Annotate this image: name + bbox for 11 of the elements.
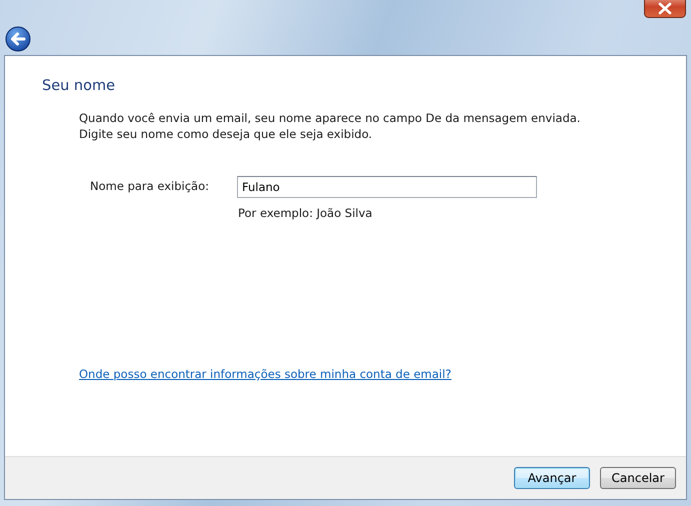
display-name-field[interactable]: Fulano xyxy=(237,176,537,198)
wizard-button[interactable]: Cancelar xyxy=(600,467,676,489)
field-label: Nome para exibição: xyxy=(90,178,210,193)
field-hint: Por exemplo: João Silva xyxy=(237,206,374,220)
wizard-button[interactable]: Avançar xyxy=(514,467,590,489)
description-text: Quando você envia um email, seu nome aparece no campo De da mensagem enviada. xyxy=(79,110,582,126)
description-text: Digite seu nome como deseja que ele seja exibido. xyxy=(79,126,374,142)
close-button[interactable] xyxy=(644,0,686,18)
help-link[interactable]: Onde posso encontrar informações sobre minha conta de email? xyxy=(79,367,452,381)
page-heading: Seu nome xyxy=(42,78,116,94)
back-button[interactable] xyxy=(5,26,31,52)
